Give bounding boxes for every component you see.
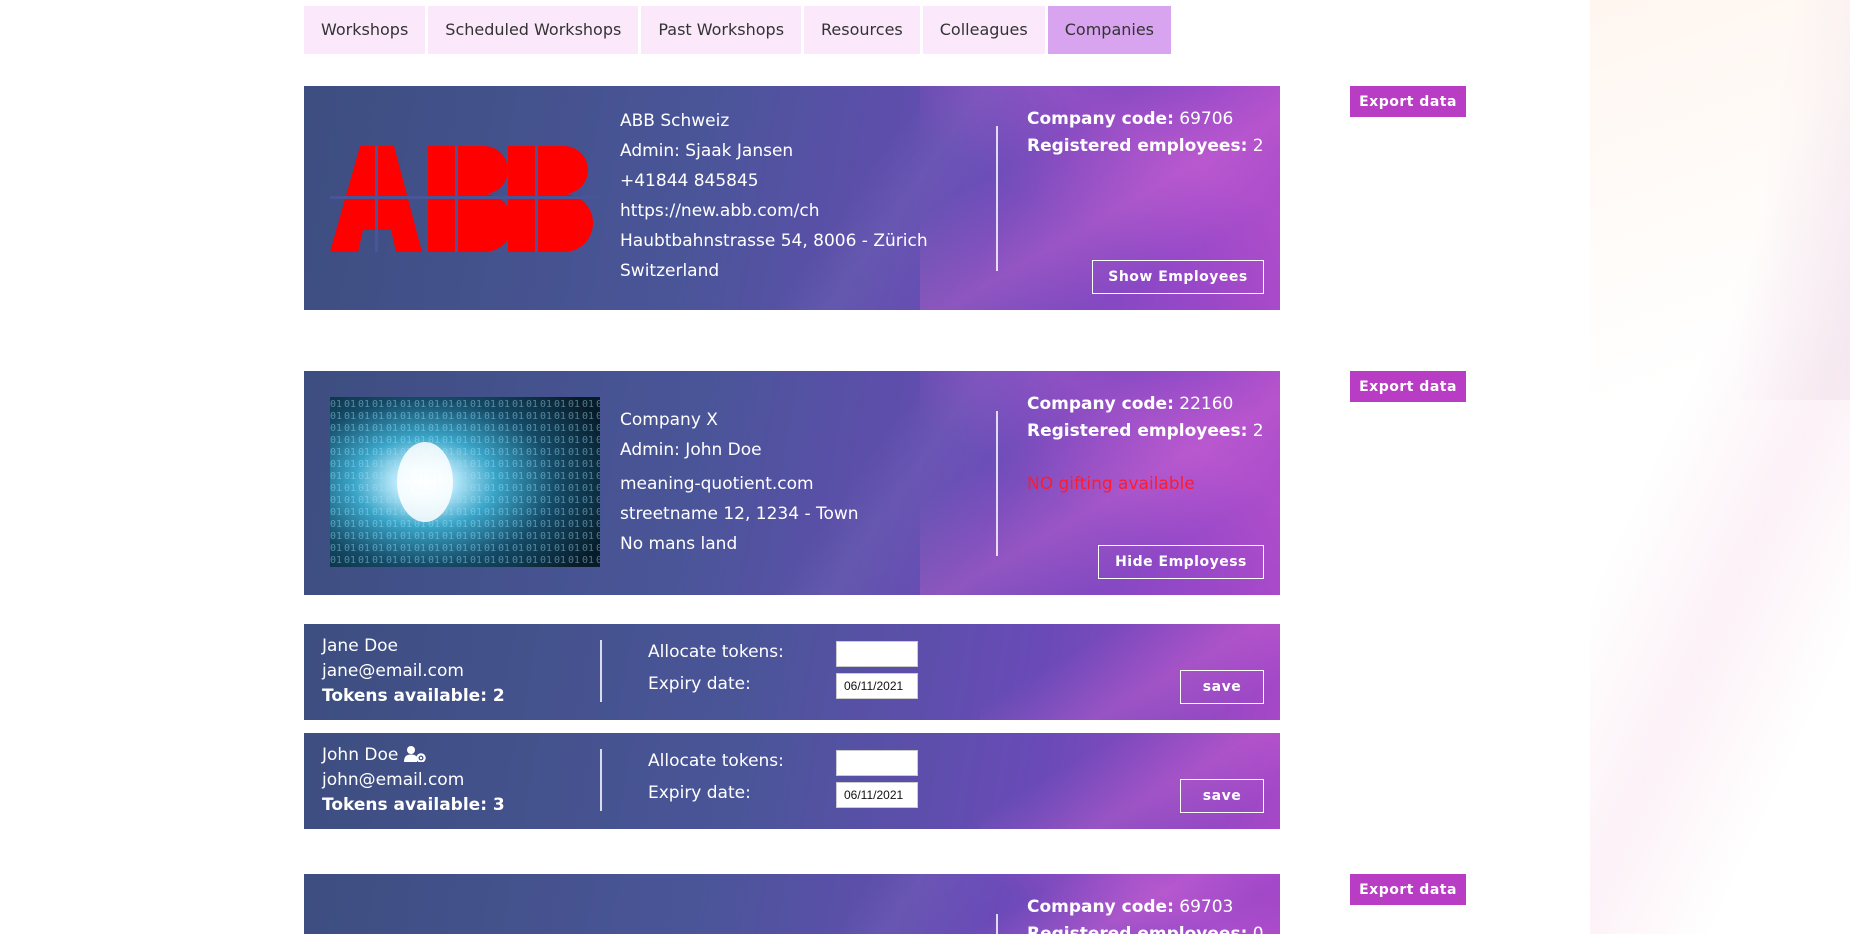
employee-info: John Doe john@email.com Tokens available… (322, 743, 505, 818)
abb-logo (330, 146, 600, 252)
tab-past-workshops[interactable]: Past Workshops (641, 6, 802, 54)
allocate-tokens-label: Allocate tokens: (648, 642, 784, 662)
employee-name: John Doe (322, 745, 399, 765)
allocate-tokens-input[interactable] (836, 750, 918, 776)
user-gear-icon (403, 746, 426, 763)
company-logo: 01 (330, 397, 600, 567)
expiry-date-label: Expiry date: (648, 783, 751, 803)
save-button[interactable]: save (1180, 779, 1264, 813)
background-decoration-accent (1740, 0, 1850, 400)
registered-employees-value: 2 (1252, 421, 1264, 441)
gifting-status: NO gifting available (1027, 474, 1195, 494)
allocate-tokens-input[interactable] (836, 641, 918, 667)
tab-resources[interactable]: Resources (804, 6, 920, 54)
company-name: ABB Schweiz (620, 111, 730, 131)
employee-name: Jane Doe (322, 636, 399, 656)
company-website: https://new.abb.com/ch (620, 201, 820, 221)
registered-employees-value: 0 (1252, 924, 1264, 934)
company-info: Company X Admin: John Doe meaning-quotie… (620, 405, 859, 559)
company-address: Haubtbahnstrasse 54, 8006 - Zürich (620, 231, 928, 251)
company-logo (330, 146, 600, 256)
company-name: Company X (620, 410, 718, 430)
save-button[interactable]: save (1180, 670, 1264, 704)
company-code-label: Company code: (1027, 897, 1174, 917)
company-code-value: 69706 (1179, 109, 1234, 129)
divider (600, 640, 602, 702)
employee-tokens: Tokens available: 3 (322, 795, 505, 815)
employee-email: john@email.com (322, 770, 465, 790)
registered-employees-value: 2 (1252, 136, 1264, 156)
company-country: No mans land (620, 534, 738, 554)
company-website: meaning-quotient.com (620, 474, 814, 494)
expiry-date-label: Expiry date: (648, 674, 751, 694)
export-data-button[interactable]: Export data (1350, 371, 1466, 402)
employee-email: jane@email.com (322, 661, 464, 681)
tab-workshops[interactable]: Workshops (304, 6, 426, 54)
company-info: ABB Schweiz Admin: Sjaak Jansen +41844 8… (620, 106, 928, 286)
company-code-label: Company code: (1027, 394, 1174, 414)
export-data-button[interactable]: Export data (1350, 86, 1466, 117)
company-card-abb: ABB Schweiz Admin: Sjaak Jansen +41844 8… (304, 86, 1280, 310)
employee-row: Jane Doe jane@email.com Tokens available… (304, 624, 1280, 720)
tab-colleagues[interactable]: Colleagues (922, 6, 1045, 54)
show-employees-button[interactable]: Show Employees (1092, 260, 1264, 294)
company-admin: Admin: John Doe (620, 440, 762, 460)
registered-employees: Registered employees: 0 (1027, 921, 1264, 934)
registered-employees-label: Registered employees: (1027, 421, 1248, 441)
company-admin: Admin: Sjaak Jansen (620, 141, 794, 161)
divider (996, 914, 998, 934)
binary-tunnel-image: 01 (330, 397, 600, 567)
divider (996, 411, 998, 556)
company-code: Company code: 69706 (1027, 106, 1264, 133)
employee-tokens: Tokens available: 2 (322, 686, 505, 706)
company-stats: Company code: 69706 Registered employees… (1027, 106, 1264, 160)
registered-employees: Registered employees: 2 (1027, 133, 1264, 160)
company-stats: Company code: 69703 Registered employees… (1027, 894, 1264, 934)
employee-row: John Doe john@email.com Tokens available… (304, 733, 1280, 829)
company-code-value: 69703 (1179, 897, 1234, 917)
background-decoration (1590, 0, 1850, 934)
tab-companies[interactable]: Companies (1047, 6, 1172, 54)
company-code: Company code: 69703 (1027, 894, 1264, 921)
company-code-value: 22160 (1179, 394, 1234, 414)
company-code: Company code: 22160 (1027, 391, 1264, 418)
company-country: Switzerland (620, 261, 720, 281)
company-code-label: Company code: (1027, 109, 1174, 129)
company-card-3: Company code: 69703 Registered employees… (304, 874, 1280, 934)
expiry-date-input[interactable]: 06/11/2021 (836, 782, 918, 808)
expiry-date-input[interactable]: 06/11/2021 (836, 673, 918, 699)
company-address: streetname 12, 1234 - Town (620, 504, 859, 524)
divider (600, 749, 602, 811)
employee-info: Jane Doe jane@email.com Tokens available… (322, 634, 505, 709)
company-phone: +41844 845845 (620, 171, 759, 191)
registered-employees-label: Registered employees: (1027, 924, 1248, 934)
company-card-x: 01 Company X Admin: John Doe meaning-quo… (304, 371, 1280, 595)
allocate-tokens-label: Allocate tokens: (648, 751, 784, 771)
nav-tabs: Workshops Scheduled Workshops Past Works… (304, 6, 1172, 54)
hide-employees-button[interactable]: Hide Employess (1098, 545, 1264, 579)
registered-employees: Registered employees: 2 (1027, 418, 1264, 445)
tab-scheduled-workshops[interactable]: Scheduled Workshops (428, 6, 639, 54)
company-stats: Company code: 22160 Registered employees… (1027, 391, 1264, 498)
export-data-button[interactable]: Export data (1350, 874, 1466, 905)
divider (996, 126, 998, 271)
registered-employees-label: Registered employees: (1027, 136, 1248, 156)
